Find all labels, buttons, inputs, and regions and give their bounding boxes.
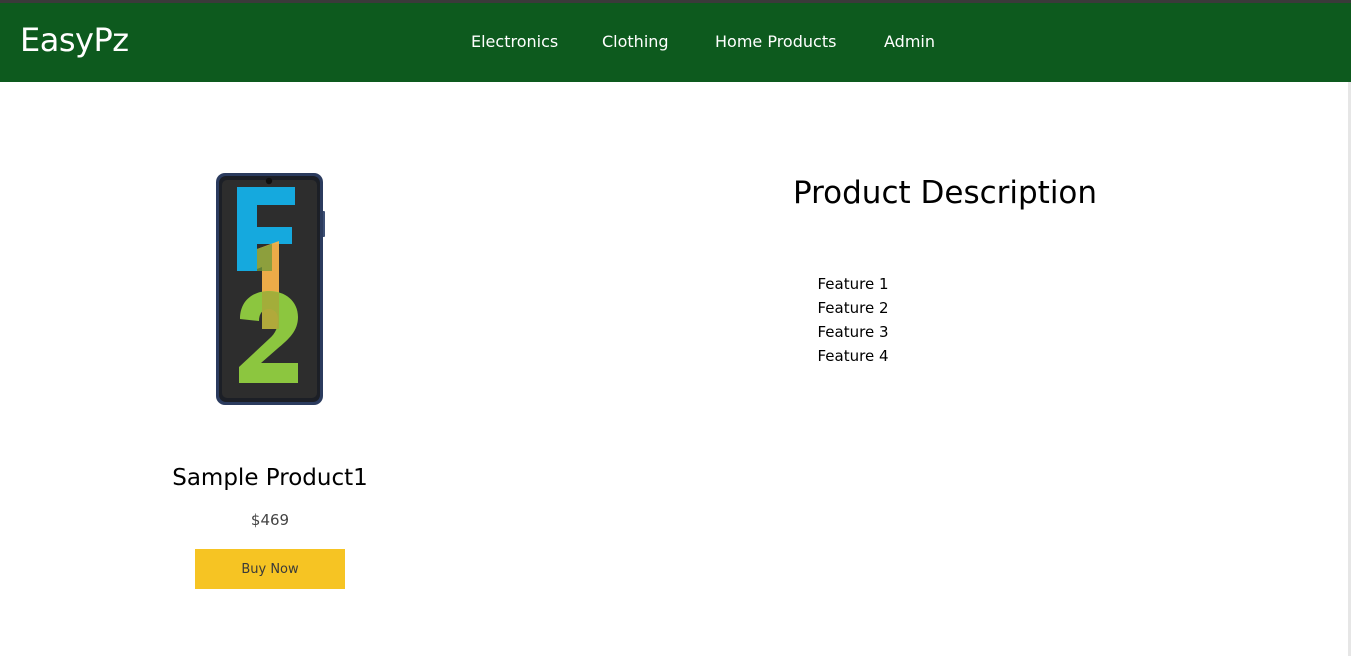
feature-item: Feature 4 [817,347,889,365]
nav-link-admin[interactable]: Admin [884,31,935,53]
product-title: Sample Product1 [172,465,368,491]
feature-list: Feature 1 Feature 2 Feature 3 Feature 4 [793,272,913,368]
description-title: Product Description [792,175,1098,211]
feature-item: Feature 1 [817,275,889,293]
product-price: $469 [250,511,290,529]
buy-now-button[interactable]: Buy Now [195,549,345,589]
nav-link-electronics[interactable]: Electronics [471,31,558,53]
brand-logo[interactable]: EasyPz [20,20,129,60]
product-image [216,173,325,405]
feature-item: Feature 2 [817,299,889,317]
nav-link-home-products[interactable]: Home Products [715,31,836,53]
feature-item: Feature 3 [817,323,889,341]
nav-link-clothing[interactable]: Clothing [602,31,669,53]
navbar: EasyPz Electronics Clothing Home Product… [0,3,1351,82]
